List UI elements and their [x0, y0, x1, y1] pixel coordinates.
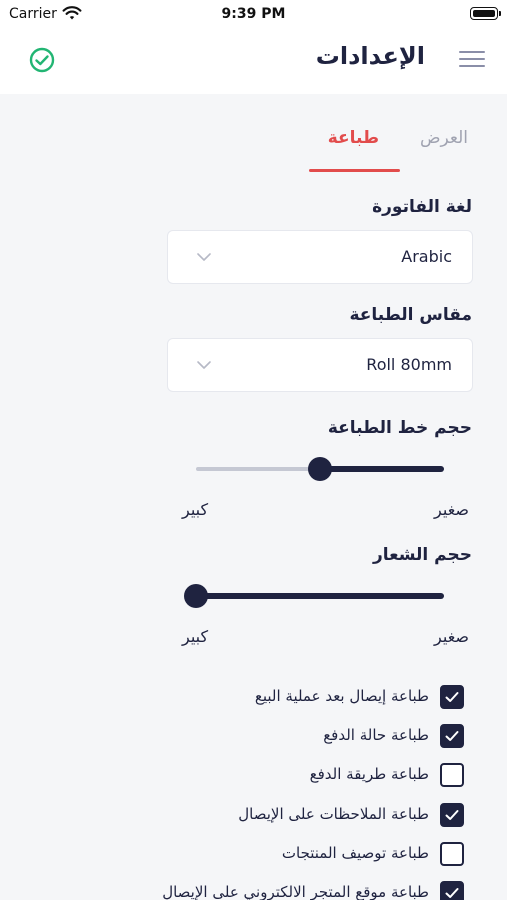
checkbox-checked[interactable]	[440, 724, 464, 748]
logo-size-slider[interactable]	[184, 581, 444, 611]
invoice-language-label: لغة الفاتورة	[372, 197, 472, 217]
logo-size-small-caption: صغير	[434, 627, 469, 646]
checkbox-unchecked[interactable]	[440, 763, 464, 787]
print-option-row[interactable]: طباعة طريقة الدفع	[24, 763, 464, 789]
chevron-down-icon	[197, 361, 211, 369]
battery-icon	[470, 7, 501, 20]
print-option-label: طباعة موقع المتجر الالكتروني على الإيصال	[162, 883, 429, 900]
invoice-language-value: Arabic	[401, 247, 452, 266]
tab-print[interactable]: طباعة	[328, 128, 379, 148]
print-option-label: طباعة توصيف المنتجات	[281, 844, 429, 862]
checkbox-checked[interactable]	[440, 685, 464, 709]
logo-size-slider-thumb[interactable]	[184, 584, 208, 608]
checkbox-checked[interactable]	[440, 881, 464, 900]
hamburger-menu-icon[interactable]	[459, 51, 485, 71]
print-size-value: Roll 80mm	[366, 355, 452, 374]
print-option-row[interactable]: طباعة موقع المتجر الالكتروني على الإيصال	[24, 881, 464, 900]
font-size-slider-thumb[interactable]	[308, 457, 332, 481]
print-option-row[interactable]: طباعة حالة الدفع	[24, 724, 464, 750]
clock: 9:39 PM	[221, 6, 286, 22]
checkbox-unchecked[interactable]	[440, 842, 464, 866]
print-option-label: طباعة طريقة الدفع	[309, 765, 429, 783]
tab-display[interactable]: العرض	[420, 128, 468, 148]
print-option-row[interactable]: طباعة إيصال بعد عملية البيع	[24, 685, 464, 711]
active-tab-indicator	[309, 169, 400, 172]
print-size-label: مقاس الطباعة	[349, 305, 472, 325]
print-size-select[interactable]: Roll 80mm	[167, 338, 473, 392]
checkmark-icon	[445, 692, 459, 702]
logo-size-large-caption: كبير	[182, 627, 209, 646]
logo-size-label: حجم الشعار	[372, 545, 472, 565]
invoice-language-select[interactable]: Arabic	[167, 230, 473, 284]
print-option-row[interactable]: طباعة الملاحظات على الإيصال	[24, 803, 464, 829]
chevron-down-icon	[197, 253, 211, 261]
print-option-label: طباعة الملاحظات على الإيصال	[238, 805, 429, 823]
print-option-label: طباعة حالة الدفع	[323, 726, 429, 744]
check-circle-icon[interactable]	[29, 47, 55, 73]
print-option-label: طباعة إيصال بعد عملية البيع	[254, 687, 429, 705]
font-size-slider[interactable]	[196, 454, 444, 484]
checkmark-icon	[445, 810, 459, 820]
status-bar: Carrier 9:39 PM	[0, 0, 507, 30]
font-size-label: حجم خط الطباعة	[327, 418, 472, 438]
print-option-row[interactable]: طباعة توصيف المنتجات	[24, 842, 464, 868]
page-title: الإعدادات	[315, 42, 425, 70]
nav-bar: الإعدادات	[0, 30, 507, 94]
font-size-large-caption: كبير	[182, 500, 209, 519]
checkmark-icon	[445, 888, 459, 898]
font-size-small-caption: صغير	[434, 500, 469, 519]
checkmark-icon	[445, 731, 459, 741]
checkbox-checked[interactable]	[440, 803, 464, 827]
